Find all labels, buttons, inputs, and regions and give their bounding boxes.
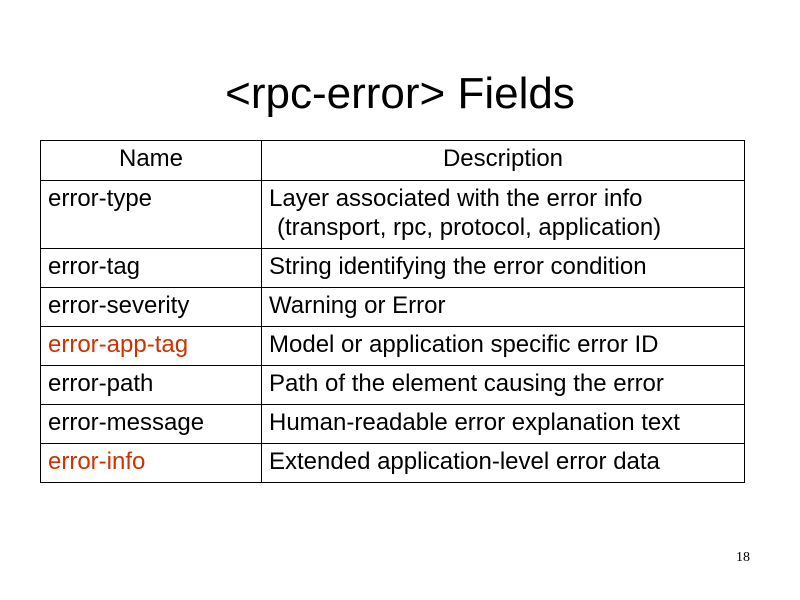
page-number: 18: [736, 550, 750, 565]
table-row: error-tag String identifying the error c…: [40, 248, 745, 288]
field-name-cell: error-type: [40, 180, 262, 249]
field-name-cell: error-tag: [40, 248, 262, 288]
table-row: error-severity Warning or Error: [40, 287, 745, 327]
table-row: error-message Human-readable error expla…: [40, 404, 745, 444]
field-description-cell: Model or application specific error ID: [261, 326, 745, 366]
field-name-cell-highlighted: error-app-tag: [40, 326, 262, 366]
rpc-error-fields-table: Name Description error-type Layer associ…: [40, 140, 745, 483]
column-header-description: Description: [261, 140, 745, 181]
field-name-cell: error-severity: [40, 287, 262, 327]
field-description-cell: Layer associated with the error info (tr…: [261, 180, 745, 249]
field-name-cell: error-message: [40, 404, 262, 444]
table-row: error-path Path of the element causing t…: [40, 365, 745, 405]
table-row: error-info Extended application-level er…: [40, 443, 745, 483]
slide-title: <rpc-error> Fields: [225, 69, 575, 118]
field-description-text: Layer associated with the error info: [269, 185, 643, 212]
table-header-row: Name Description: [40, 140, 745, 181]
field-description-cell: Human-readable error explanation text: [261, 404, 745, 444]
slide: <rpc-error> Fields Name Description erro…: [0, 0, 800, 600]
field-name-cell-highlighted: error-info: [40, 443, 262, 483]
field-description-cell: Warning or Error: [261, 287, 745, 327]
table-row: error-app-tag Model or application speci…: [40, 326, 745, 366]
field-description-cell: Extended application-level error data: [261, 443, 745, 483]
field-description-cell: Path of the element causing the error: [261, 365, 745, 405]
table-row: error-type Layer associated with the err…: [40, 180, 745, 249]
column-header-name: Name: [40, 140, 262, 181]
field-description-continuation: (transport, rpc, protocol, application): [277, 214, 662, 241]
field-name-cell: error-path: [40, 365, 262, 405]
field-description-cell: String identifying the error condition: [261, 248, 745, 288]
